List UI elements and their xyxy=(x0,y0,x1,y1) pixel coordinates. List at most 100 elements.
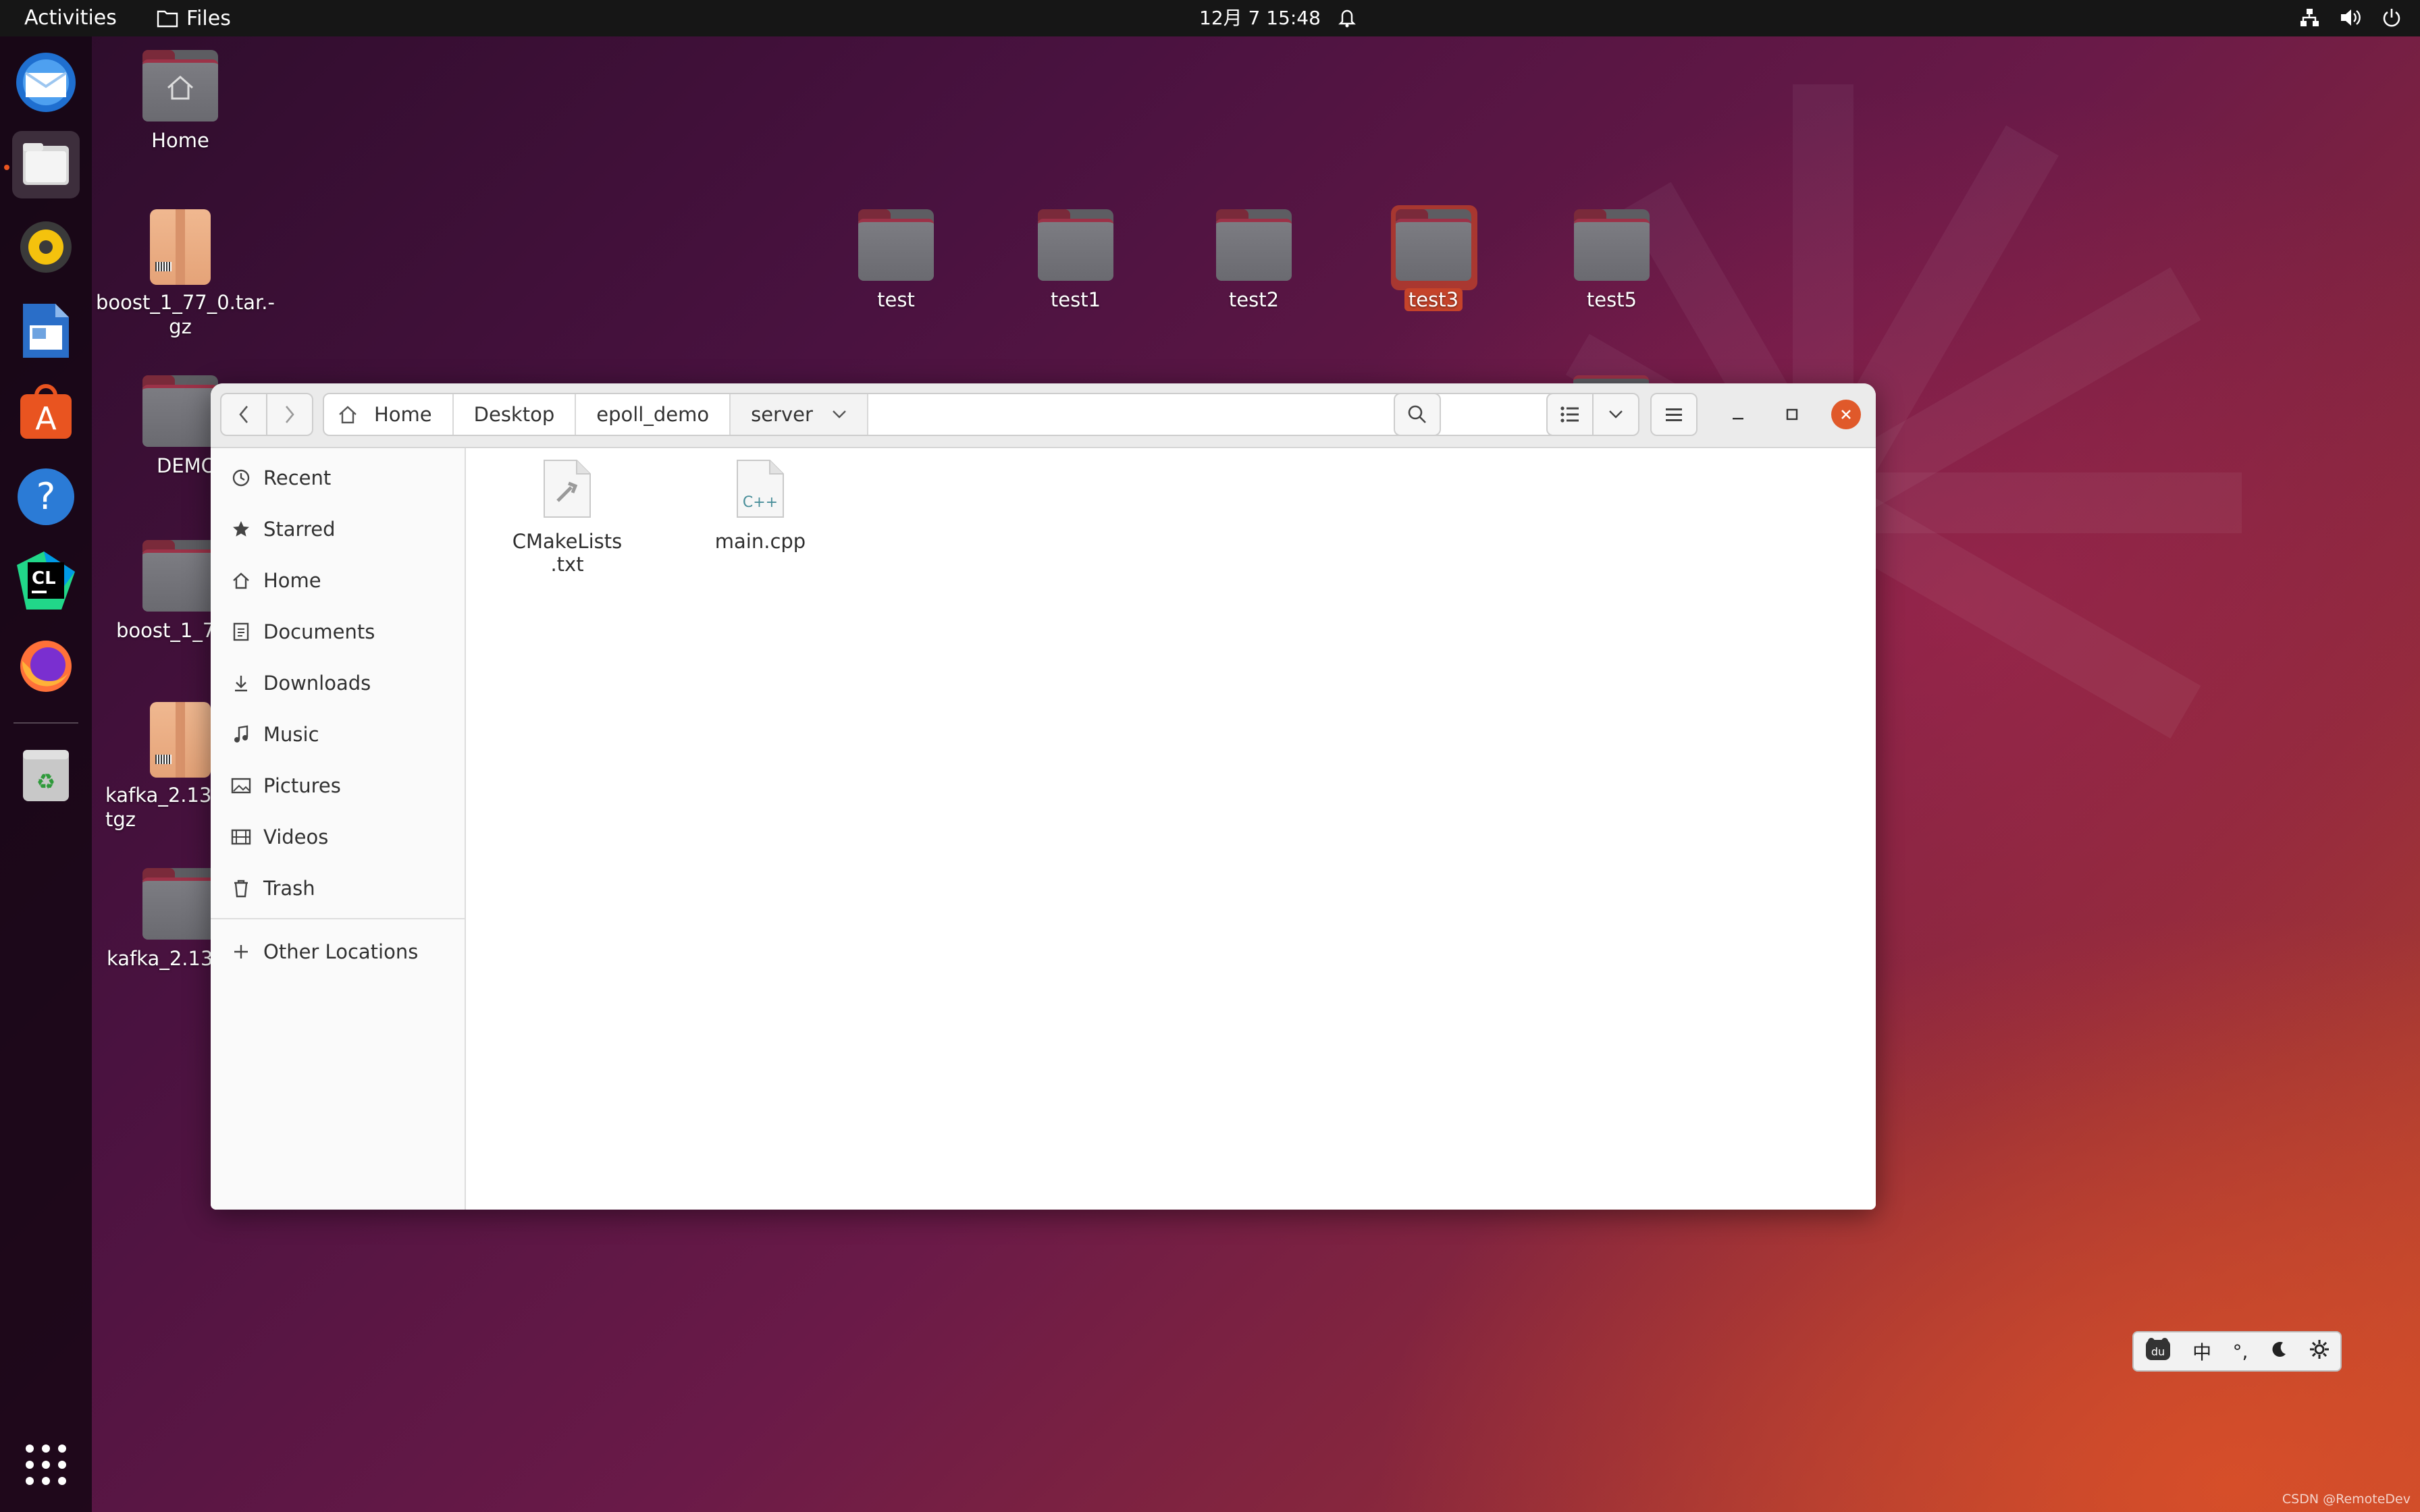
svg-text:♻: ♻ xyxy=(36,769,56,794)
desktop-icon-test2[interactable]: test2 xyxy=(1169,209,1338,312)
trash-icon[interactable]: ♻ xyxy=(12,741,80,809)
sidebar-separator xyxy=(211,918,465,919)
writer-icon[interactable] xyxy=(12,297,80,364)
svg-text:CL: CL xyxy=(32,568,56,589)
close-button[interactable] xyxy=(1831,400,1861,429)
file-name: CMakeLists .txt xyxy=(512,530,623,576)
video-icon xyxy=(228,828,254,846)
sidebar-item-starred[interactable]: Starred xyxy=(211,509,465,549)
back-button[interactable] xyxy=(220,393,267,436)
desktop-icon-label: test1 xyxy=(1050,288,1101,311)
sidebar-item-label: Downloads xyxy=(263,672,371,695)
home-icon xyxy=(339,406,357,424)
clock[interactable]: 12月 7 15:48 xyxy=(1199,0,1321,36)
top-bar: Activities Files 12月 7 15:48 xyxy=(0,0,2420,36)
main-menu-button[interactable] xyxy=(1650,393,1698,436)
app-center-icon[interactable]: A xyxy=(12,379,80,447)
sidebar-item-documents[interactable]: Documents xyxy=(211,612,465,652)
desktop-icon-test3[interactable]: test3 xyxy=(1349,209,1518,312)
desktop-icon-home[interactable]: Home xyxy=(96,50,265,153)
sidebar-item-videos[interactable]: Videos xyxy=(211,817,465,857)
download-icon xyxy=(228,674,254,693)
dock: A ? CL ♻ xyxy=(0,36,92,1512)
trash-icon xyxy=(228,879,254,898)
sidebar-item-downloads[interactable]: Downloads xyxy=(211,663,465,703)
show-applications-icon[interactable] xyxy=(12,1431,80,1498)
sidebar-item-pictures[interactable]: Pictures xyxy=(211,765,465,806)
breadcrumb-epoll-demo[interactable]: epoll_demo xyxy=(576,394,731,435)
desktop-icon-label: test5 xyxy=(1586,288,1637,311)
sidebar-item-recent[interactable]: Recent xyxy=(211,458,465,498)
search-icon xyxy=(1408,405,1426,423)
app-menu-files[interactable]: Files xyxy=(157,0,231,36)
folder-icon xyxy=(1216,209,1292,281)
file-badge: C++ xyxy=(742,494,779,511)
minimize-button[interactable] xyxy=(1723,400,1753,429)
ime-punctuation-toggle[interactable]: °, xyxy=(2233,1341,2248,1363)
breadcrumb-desktop[interactable]: Desktop xyxy=(454,394,577,435)
hamburger-menu-icon xyxy=(1666,408,1682,421)
file-item-main-cpp[interactable]: C++ main.cpp xyxy=(693,458,828,553)
chevron-down-icon xyxy=(1609,410,1623,418)
app-name: Files xyxy=(186,6,231,30)
desktop-icon-test1[interactable]: test1 xyxy=(991,209,1160,312)
svg-text:?: ? xyxy=(36,475,56,518)
close-icon xyxy=(1841,410,1851,419)
breadcrumb-server[interactable]: server xyxy=(731,394,868,435)
moon-icon[interactable] xyxy=(2269,1340,2288,1364)
view-options-button[interactable] xyxy=(1592,393,1639,436)
sidebar-item-label: Other Locations xyxy=(263,940,419,963)
sidebar-item-trash[interactable]: Trash xyxy=(211,868,465,909)
breadcrumb-label: Desktop xyxy=(473,403,555,426)
svg-text:du: du xyxy=(2151,1345,2165,1358)
clion-icon[interactable]: CL xyxy=(12,547,80,614)
folder-icon xyxy=(1574,209,1650,281)
help-icon[interactable]: ? xyxy=(12,463,80,531)
desktop-icon-test[interactable]: test xyxy=(812,209,980,312)
firefox-icon[interactable] xyxy=(12,630,80,698)
sidebar-item-label: Home xyxy=(263,569,321,592)
sidebar-item-label: Videos xyxy=(263,826,329,848)
search-button[interactable] xyxy=(1394,393,1441,436)
music-icon xyxy=(228,725,254,744)
chevron-right-icon xyxy=(286,406,294,423)
list-view-icon xyxy=(1560,406,1579,423)
folder-icon xyxy=(142,540,218,612)
activities-button[interactable]: Activities xyxy=(24,0,117,36)
breadcrumb-home[interactable]: Home xyxy=(324,394,454,435)
file-item-cmakelists[interactable]: CMakeLists .txt xyxy=(500,458,635,576)
desktop-icon-label: test xyxy=(877,288,915,311)
system-tray[interactable] xyxy=(2298,7,2402,28)
chevron-down-icon xyxy=(833,410,846,418)
input-method-toolbar: du 中 °, xyxy=(2132,1331,2342,1372)
volume-icon xyxy=(2341,9,2361,26)
files-icon[interactable] xyxy=(12,131,80,198)
sidebar-item-other-locations[interactable]: Other Locations xyxy=(211,932,465,972)
network-icon xyxy=(2300,9,2319,26)
notification-bell-icon[interactable] xyxy=(1337,7,1357,34)
rhythmbox-icon[interactable] xyxy=(12,213,80,281)
thunderbird-icon[interactable] xyxy=(12,49,80,116)
maximize-icon xyxy=(1786,408,1798,421)
desktop-icon-test5[interactable]: test5 xyxy=(1527,209,1696,312)
sidebar-item-label: Pictures xyxy=(263,774,341,797)
forward-button[interactable] xyxy=(266,393,313,436)
du-logo-icon[interactable]: du xyxy=(2145,1337,2172,1366)
view-list-button[interactable] xyxy=(1546,393,1594,436)
folder-icon xyxy=(1038,209,1113,281)
ime-chinese-toggle[interactable]: 中 xyxy=(2192,1338,2211,1365)
desktop-icon-label: test2 xyxy=(1228,288,1280,311)
picture-icon xyxy=(228,777,254,794)
sidebar-item-music[interactable]: Music xyxy=(211,714,465,755)
desktop-icon-boost-archive[interactable]: boost_1_77_0.tar.- gz xyxy=(96,209,275,339)
file-view[interactable]: CMakeLists .txt C++ main.cpp xyxy=(466,448,1876,1210)
sidebar-item-home[interactable]: Home xyxy=(211,560,465,601)
folder-icon xyxy=(142,868,218,940)
folder-icon xyxy=(1396,209,1471,281)
gear-icon[interactable] xyxy=(2309,1339,2330,1364)
sidebar-item-label: Documents xyxy=(263,620,375,643)
folder-icon xyxy=(142,375,218,447)
file-name: main.cpp xyxy=(714,530,806,553)
clock-icon xyxy=(228,468,254,487)
maximize-button[interactable] xyxy=(1777,400,1807,429)
